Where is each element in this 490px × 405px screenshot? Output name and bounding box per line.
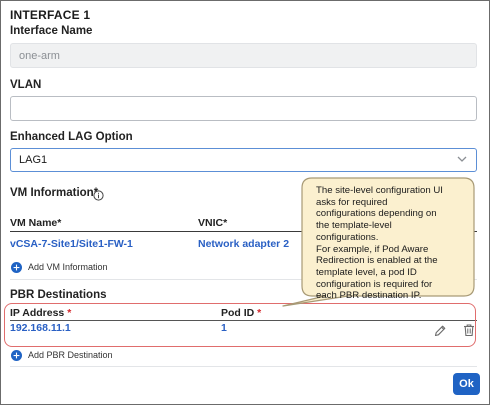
pbr-destinations-label: PBR Destinations	[10, 289, 107, 301]
add-vm-information-label: Add VM Information	[28, 262, 108, 272]
vnic-cell[interactable]: Network adapter 2	[198, 238, 289, 250]
add-pbr-destination-label: Add PBR Destination	[28, 350, 113, 360]
vlan-label: VLAN	[10, 79, 42, 91]
callout-text: The site-level configuration UI asks for…	[316, 185, 443, 302]
enhanced-lag-select[interactable]: LAG1	[10, 148, 477, 172]
vlan-input[interactable]	[10, 96, 477, 121]
add-vm-information-button[interactable]: Add VM Information	[11, 261, 108, 273]
pbr-highlight-outline	[4, 303, 476, 347]
interface-name-label: Interface Name	[10, 25, 93, 37]
enhanced-lag-value: LAG1	[19, 154, 48, 166]
ok-button[interactable]: Ok	[453, 373, 480, 395]
vnic-header: VNIC*	[198, 217, 228, 229]
chevron-down-icon	[457, 156, 467, 162]
info-icon[interactable]	[93, 190, 104, 201]
enhanced-lag-label: Enhanced LAG Option	[10, 131, 133, 143]
vm-name-cell[interactable]: vCSA-7-Site1/Site1-FW-1	[10, 238, 133, 250]
vm-name-header: VM Name*	[10, 217, 62, 229]
interface-title: INTERFACE 1	[10, 8, 91, 22]
vm-information-label: VM Information*	[10, 187, 99, 199]
footer-separator	[10, 366, 477, 367]
plus-circle-icon	[11, 261, 22, 273]
plus-circle-icon	[11, 349, 22, 361]
add-pbr-destination-button[interactable]: Add PBR Destination	[11, 349, 113, 361]
interface-name-input[interactable]	[10, 43, 477, 68]
